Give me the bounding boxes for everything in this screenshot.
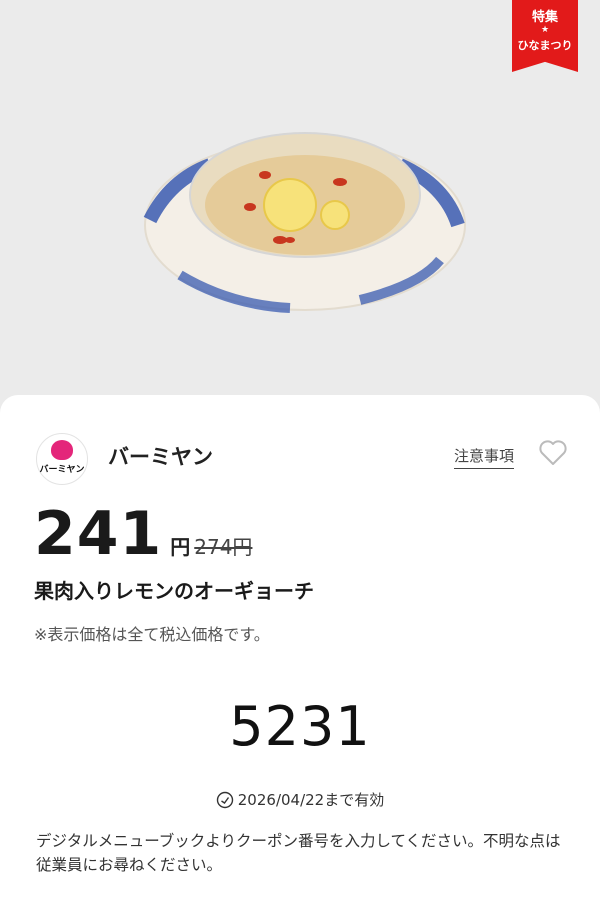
original-price: 274円: [194, 535, 253, 559]
product-image: [143, 132, 466, 313]
clock-icon: [216, 791, 233, 809]
current-price: 241: [34, 499, 163, 569]
validity-row: 2026/04/22まで有効: [0, 789, 600, 810]
ribbon-title: 特集: [531, 10, 558, 25]
validity-text: 2026/04/22まで有効: [237, 791, 385, 809]
store-logo: バーミヤン: [36, 433, 88, 485]
price-unit: 円: [170, 535, 191, 559]
coupon-code: 5231: [229, 695, 371, 758]
peach-logo-icon: [51, 440, 73, 460]
tax-note: ※表示価格は全て税込価格です。: [34, 625, 270, 644]
ribbon-subtitle: ひなまつり: [517, 39, 573, 52]
heart-icon[interactable]: [538, 439, 568, 467]
feature-ribbon: 特集 ★ ひなまつり: [512, 0, 578, 72]
product-image-area: 特集 ★ ひなまつり: [0, 0, 600, 410]
coupon-card: バーミヤン バーミヤン 注意事項 241 円 274円 果肉入りレモンのオーギョーチ…: [0, 395, 600, 900]
store-logo-text: バーミヤン: [39, 465, 85, 475]
instructions-text: デジタルメニューブックよりクーポン番号を入力してください。不明な点は従業員にお尋…: [36, 832, 561, 874]
store-name: バーミヤン: [108, 445, 213, 469]
notice-link[interactable]: 注意事項: [454, 445, 515, 469]
price-row: 241 円 274円: [34, 499, 252, 569]
ribbon-star-icon: ★: [540, 25, 550, 35]
product-name: 果肉入りレモンのオーギョーチ: [34, 579, 314, 603]
